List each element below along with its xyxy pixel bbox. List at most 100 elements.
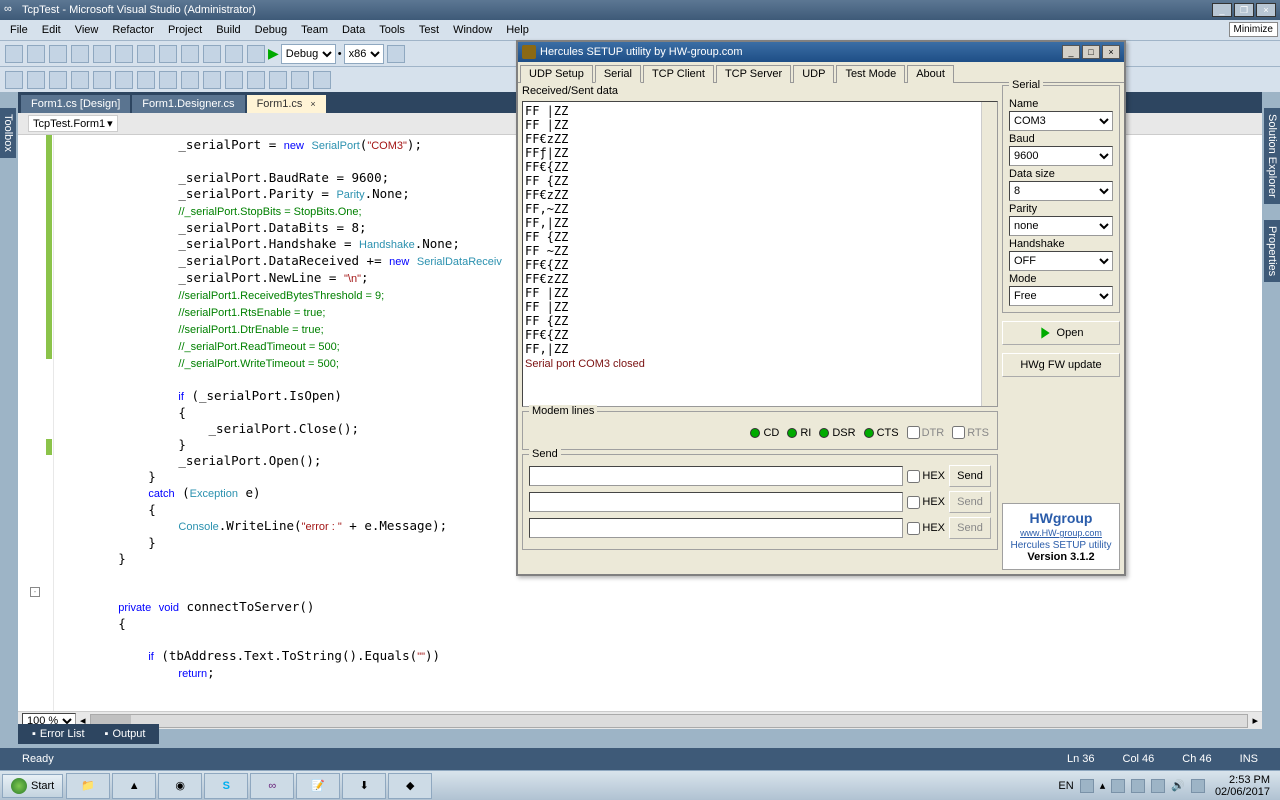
tb2-15[interactable] (313, 71, 331, 89)
minimize-button[interactable]: _ (1212, 3, 1232, 17)
h-tab-serial[interactable]: Serial (595, 65, 641, 83)
cut-icon[interactable] (115, 45, 133, 63)
taskbar-item-8[interactable]: ◆ (388, 773, 432, 799)
paste-icon[interactable] (159, 45, 177, 63)
start-button[interactable]: Start (2, 774, 63, 798)
save-icon[interactable] (71, 45, 89, 63)
menu-file[interactable]: File (4, 22, 34, 38)
config-select[interactable]: Debug (281, 44, 336, 64)
solution-explorer-tab[interactable]: Solution Explorer (1264, 108, 1280, 204)
platform-select[interactable]: x86 (344, 44, 384, 64)
taskbar-item-5[interactable]: ∞ (250, 773, 294, 799)
tray-expand-icon[interactable]: ▴ (1100, 779, 1106, 792)
tb2-12[interactable] (247, 71, 265, 89)
panel-tab-output[interactable]: ▪ Output (99, 726, 152, 742)
menu-team[interactable]: Team (295, 22, 334, 38)
taskbar-item-7[interactable]: ⬇ (342, 773, 386, 799)
mode-select[interactable]: Free (1009, 286, 1113, 306)
tb2-3[interactable] (49, 71, 67, 89)
check-rts[interactable]: RTS (952, 426, 989, 439)
copy-icon[interactable] (137, 45, 155, 63)
send-button-2[interactable]: Send (949, 517, 991, 539)
undo-icon[interactable] (181, 45, 199, 63)
taskbar-item-3[interactable]: ◉ (158, 773, 202, 799)
tb2-7[interactable] (137, 71, 155, 89)
tb2-1[interactable] (5, 71, 23, 89)
tb2-14[interactable] (291, 71, 309, 89)
doc-tab[interactable]: Form1.cs [Design] (21, 95, 130, 113)
menu-project[interactable]: Project (162, 22, 208, 38)
logo-url[interactable]: www.HW-group.com (1009, 528, 1113, 538)
menu-help[interactable]: Help (500, 22, 535, 38)
hex-check-2[interactable]: HEX (907, 522, 945, 535)
h-scrollbar[interactable] (90, 714, 1249, 728)
new-project-icon[interactable] (5, 45, 23, 63)
menu-refactor[interactable]: Refactor (106, 22, 160, 38)
nav-fwd-icon[interactable] (247, 45, 265, 63)
menu-view[interactable]: View (69, 22, 105, 38)
send-input-2[interactable] (529, 518, 903, 538)
hex-check-1[interactable]: HEX (907, 496, 945, 509)
h-tab-tcp-server[interactable]: TCP Server (716, 65, 791, 83)
h-tab-tcp-client[interactable]: TCP Client (643, 65, 714, 83)
tray-icon-3[interactable] (1131, 779, 1145, 793)
menu-edit[interactable]: Edit (36, 22, 67, 38)
tb2-6[interactable] (115, 71, 133, 89)
tb2-8[interactable] (159, 71, 177, 89)
send-input-1[interactable] (529, 492, 903, 512)
doc-tab[interactable]: Form1.cs× (247, 95, 326, 113)
nav-back-icon[interactable] (225, 45, 243, 63)
tb2-2[interactable] (27, 71, 45, 89)
minimize-hint[interactable]: Minimize (1229, 22, 1278, 37)
h-tab-udp-setup[interactable]: UDP Setup (520, 65, 593, 83)
menu-window[interactable]: Window (447, 22, 498, 38)
tb2-5[interactable] (93, 71, 111, 89)
fw-update-button[interactable]: HWg FW update (1002, 353, 1120, 377)
menu-tools[interactable]: Tools (373, 22, 411, 38)
menu-data[interactable]: Data (336, 22, 371, 38)
start-debug-icon[interactable]: ▶ (268, 45, 279, 62)
save-all-icon[interactable] (93, 45, 111, 63)
hex-check-0[interactable]: HEX (907, 470, 945, 483)
h-tab-udp[interactable]: UDP (793, 65, 834, 83)
hercules-titlebar[interactable]: Hercules SETUP utility by HW-group.com _… (518, 42, 1124, 62)
taskbar-item-2[interactable]: ▲ (112, 773, 156, 799)
add-item-icon[interactable] (27, 45, 45, 63)
rx-textarea[interactable]: FF |ZZ FF |ZZ FF€zZZ FFƒ|ZZ FF€{ZZ FF {Z… (522, 101, 998, 407)
menu-debug[interactable]: Debug (249, 22, 293, 38)
taskbar-item-4[interactable]: S (204, 773, 248, 799)
find-icon[interactable] (387, 45, 405, 63)
restore-button[interactable]: ❐ (1234, 3, 1254, 17)
class-dropdown[interactable]: TcpTest.Form1 (33, 118, 105, 130)
doc-tab[interactable]: Form1.Designer.cs (132, 95, 244, 113)
send-button-0[interactable]: Send (949, 465, 991, 487)
port-name-select[interactable]: COM3 (1009, 111, 1113, 131)
toolbox-tab[interactable]: Toolbox (0, 108, 16, 158)
outline-collapse-icon[interactable]: - (30, 587, 40, 597)
tb2-9[interactable] (181, 71, 199, 89)
redo-icon[interactable] (203, 45, 221, 63)
tray-icon-5[interactable] (1191, 779, 1205, 793)
send-button-1[interactable]: Send (949, 491, 991, 513)
baud-select[interactable]: 9600 (1009, 146, 1113, 166)
tb2-13[interactable] (269, 71, 287, 89)
taskbar-clock[interactable]: 2:53 PM 02/06/2017 (1211, 774, 1274, 798)
tray-icon-1[interactable] (1080, 779, 1094, 793)
check-dtr[interactable]: DTR (907, 426, 945, 439)
volume-icon[interactable]: 🔊 (1171, 779, 1185, 792)
h-maximize-button[interactable]: □ (1082, 45, 1100, 59)
h-tab-about[interactable]: About (907, 65, 954, 83)
h-tab-test-mode[interactable]: Test Mode (836, 65, 905, 83)
parity-select[interactable]: none (1009, 216, 1113, 236)
open-port-button[interactable]: Open (1002, 321, 1120, 345)
h-close-button[interactable]: × (1102, 45, 1120, 59)
properties-tab[interactable]: Properties (1264, 220, 1280, 282)
datasize-select[interactable]: 8 (1009, 181, 1113, 201)
taskbar-item-6[interactable]: 📝 (296, 773, 340, 799)
open-file-icon[interactable] (49, 45, 67, 63)
close-button[interactable]: × (1256, 3, 1276, 17)
tb2-4[interactable] (71, 71, 89, 89)
menu-build[interactable]: Build (210, 22, 246, 38)
menu-test[interactable]: Test (413, 22, 445, 38)
tray-icon-2[interactable] (1111, 779, 1125, 793)
